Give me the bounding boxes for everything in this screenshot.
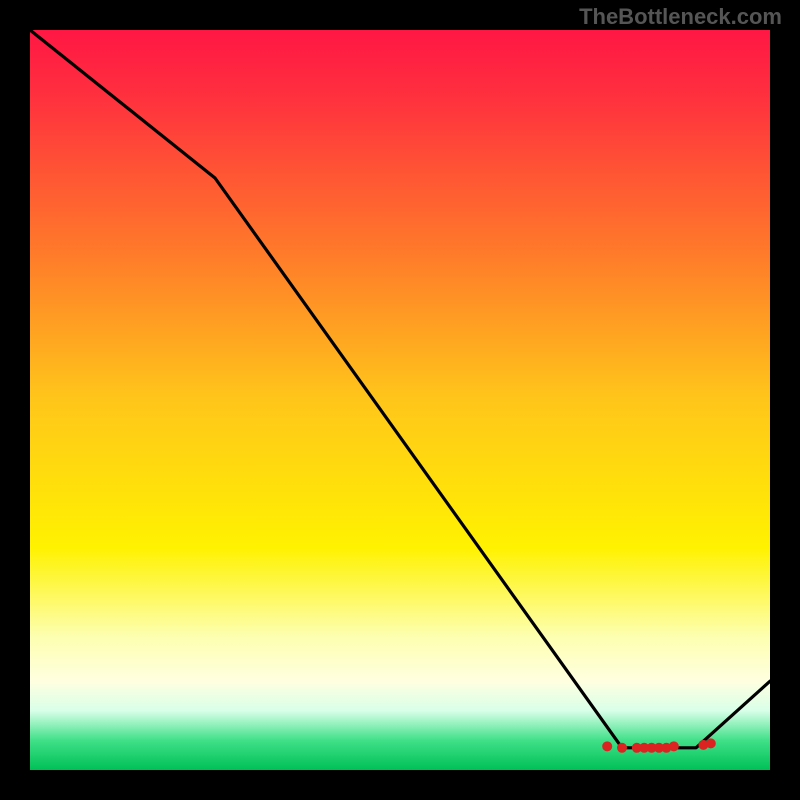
plot-background — [30, 30, 770, 770]
watermark: TheBottleneck.com — [579, 4, 782, 30]
marker-point — [706, 738, 716, 748]
marker-point — [602, 741, 612, 751]
marker-point — [669, 741, 679, 751]
marker-point — [617, 743, 627, 753]
chart-svg — [0, 0, 800, 800]
